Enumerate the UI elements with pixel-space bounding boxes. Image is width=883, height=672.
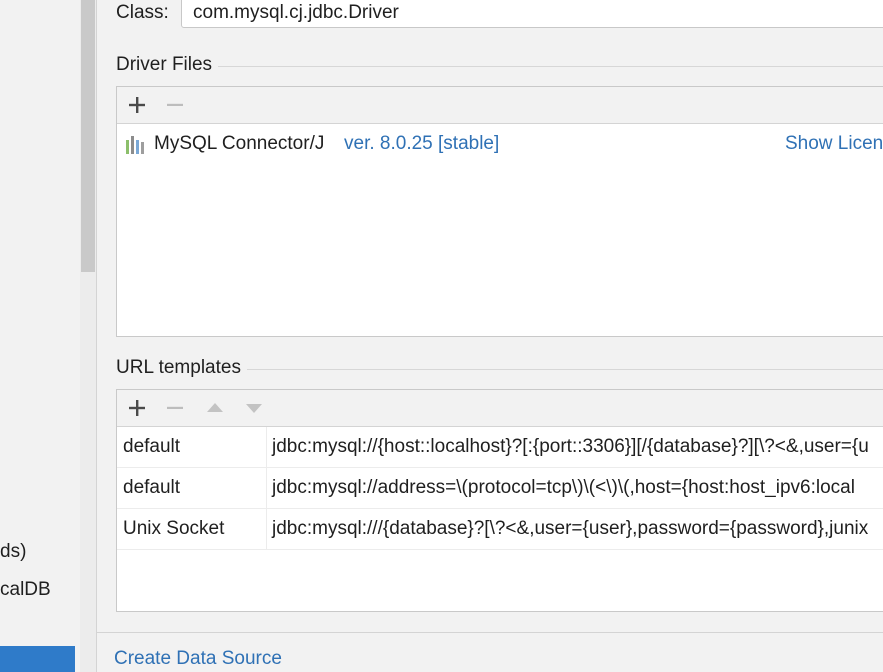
url-template-name: Unix Socket: [123, 518, 225, 539]
url-template-name-cell[interactable]: Unix Socket: [117, 509, 267, 549]
url-template-value-cell[interactable]: jdbc:mysql:///{database}?[\?<&,user={use…: [268, 509, 883, 549]
url-templates-title: URL templates: [116, 357, 241, 378]
plus-icon: [129, 97, 145, 113]
data-source-item[interactable]: ds): [0, 541, 26, 563]
library-icon: [126, 136, 148, 154]
create-data-source-link[interactable]: Create Data Source: [114, 648, 282, 670]
class-label: Class:: [116, 2, 169, 23]
url-template-value-cell[interactable]: jdbc:mysql://address=\(protocol=tcp\)\(<…: [268, 468, 883, 508]
table-row[interactable]: Unix Socket jdbc:mysql:///{database}?[\?…: [117, 509, 883, 550]
arrow-up-icon: [207, 403, 223, 412]
driver-files-separator: [218, 66, 883, 67]
move-up-button[interactable]: [202, 390, 228, 426]
driver-files-box: MySQL Connector/J ver. 8.0.25 [stable] S…: [116, 86, 883, 337]
move-down-button[interactable]: [241, 390, 267, 426]
driver-files-title: Driver Files: [116, 54, 213, 75]
add-driver-file-button[interactable]: [125, 87, 151, 123]
url-template-name-cell[interactable]: default: [117, 427, 267, 467]
data-sources-panel: ds) calDB: [0, 0, 97, 672]
driver-file-version-link[interactable]: ver. 8.0.25 [stable]: [344, 133, 499, 155]
url-template-name: default: [123, 477, 181, 498]
driver-file-name: MySQL Connector/J: [154, 133, 325, 154]
table-row[interactable]: default jdbc:mysql://address=\(protocol=…: [117, 468, 883, 509]
data-source-item[interactable]: calDB: [0, 579, 51, 601]
url-template-value: jdbc:mysql://{host::localhost}?[:{port::…: [272, 436, 869, 457]
plus-icon: [129, 400, 145, 416]
driver-settings-panel: Class: com.mysql.cj.jdbc.Driver Driver F…: [97, 0, 883, 672]
table-row[interactable]: default jdbc:mysql://{host::localhost}?[…: [117, 427, 883, 468]
url-template-name-cell[interactable]: default: [117, 468, 267, 508]
arrow-down-icon: [246, 404, 262, 413]
url-templates-box: default jdbc:mysql://{host::localhost}?[…: [116, 389, 883, 612]
minus-icon: [167, 406, 183, 409]
url-template-value-cell[interactable]: jdbc:mysql://{host::localhost}?[:{port::…: [268, 427, 883, 467]
url-templates-separator: [247, 369, 883, 370]
driver-files-toolbar: [117, 87, 883, 124]
url-templates-toolbar: [117, 390, 883, 427]
selected-data-source-item[interactable]: [0, 646, 75, 672]
remove-driver-file-button[interactable]: [163, 87, 189, 123]
remove-url-template-button[interactable]: [163, 390, 189, 426]
data-sources-scrollbar-thumb[interactable]: [81, 0, 95, 272]
url-template-value: jdbc:mysql://address=\(protocol=tcp\)\(<…: [272, 477, 855, 498]
driver-file-row[interactable]: MySQL Connector/J ver. 8.0.25 [stable] S…: [117, 127, 883, 157]
class-input-value: com.mysql.cj.jdbc.Driver: [193, 2, 399, 23]
url-templates-table: default jdbc:mysql://{host::localhost}?[…: [117, 427, 883, 550]
add-url-template-button[interactable]: [125, 390, 151, 426]
url-template-name: default: [123, 436, 181, 457]
minus-icon: [167, 103, 183, 106]
show-license-link[interactable]: Show Licens: [785, 133, 883, 155]
footer-divider: [97, 632, 883, 633]
url-template-value: jdbc:mysql:///{database}?[\?<&,user={use…: [272, 518, 869, 539]
class-input[interactable]: com.mysql.cj.jdbc.Driver: [181, 0, 883, 28]
